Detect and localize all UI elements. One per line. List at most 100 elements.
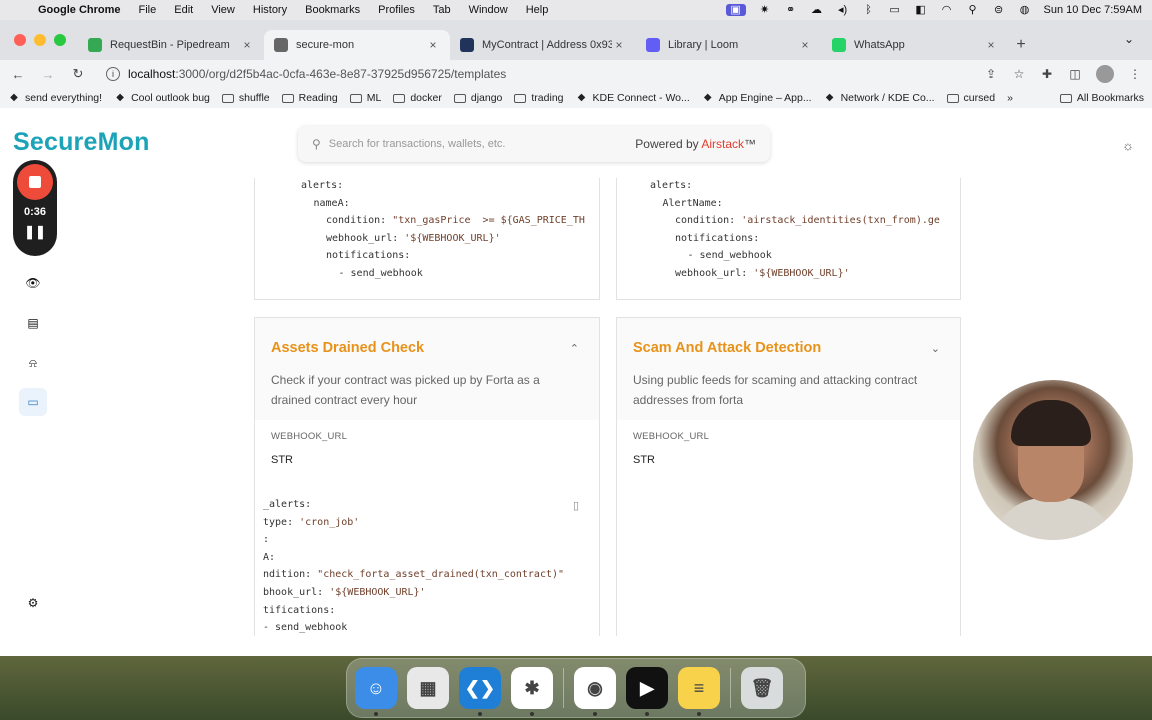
menu-bookmarks[interactable]: Bookmarks [305, 4, 360, 16]
close-tab-icon[interactable]: × [984, 38, 998, 52]
code-text: notifications: [326, 250, 411, 262]
cloud-icon[interactable]: ☁ [810, 4, 824, 16]
close-window-icon[interactable] [14, 34, 26, 46]
bookmark-label: trading [531, 92, 564, 104]
bookmark-item[interactable]: Reading [281, 92, 338, 104]
finder-icon[interactable]: ☺ [355, 667, 397, 716]
minimize-window-icon[interactable] [34, 34, 46, 46]
browser-tab[interactable]: RequestBin - Pipedream × [78, 30, 264, 60]
eye-icon[interactable]: 👁 [24, 274, 42, 292]
bookmark-item[interactable]: ML [349, 92, 381, 104]
theme-toggle-icon[interactable]: ☼ [1122, 138, 1134, 153]
browser-tab[interactable]: WhatsApp × [822, 30, 1008, 60]
logout-icon[interactable]: ⇥ [24, 634, 42, 636]
menu-tab[interactable]: Tab [433, 4, 451, 16]
powered-by-label: Powered by Airstack™ [635, 137, 756, 151]
network-icon[interactable]: ⚭ [784, 4, 798, 16]
bookmark-item[interactable]: ◆ send everything! [8, 92, 102, 104]
more-menu-icon[interactable]: ⋮ [1128, 67, 1142, 81]
code-line: notifications: [650, 230, 940, 248]
address-bar[interactable]: i localhost:3000/org/d2f5b4ac-0cfa-463e-… [100, 63, 970, 85]
chrome-icon[interactable]: ◉ [574, 667, 616, 716]
running-indicator [697, 712, 701, 716]
bookmark-item[interactable]: docker [393, 92, 442, 104]
webcam-bubble[interactable] [973, 380, 1133, 540]
bookmark-star-icon[interactable]: ☆ [1012, 67, 1026, 81]
spotlight-search-icon[interactable]: ⚲ [966, 4, 980, 16]
bluetooth-icon[interactable]: ᛒ [862, 4, 876, 16]
settings-gear-icon[interactable]: ✷ [758, 4, 772, 16]
terminal-icon[interactable]: ▶ [626, 667, 668, 716]
code-block: alerts: AlertName: condition: 'airstack_id… [650, 177, 940, 283]
bookmark-item[interactable]: ◆ KDE Connect - Wo... [576, 92, 690, 104]
menu-edit[interactable]: Edit [174, 4, 193, 16]
reload-icon[interactable]: ↻ [70, 66, 86, 82]
battery-icon[interactable]: ▭ [888, 4, 902, 16]
trash-icon[interactable]: 🗑 [741, 667, 783, 709]
launchpad-icon[interactable]: ▦ [407, 667, 449, 709]
chevron-down-icon[interactable]: ⌄ [931, 342, 940, 355]
bookmark-item[interactable]: ◆ Cool outlook bug [114, 92, 210, 104]
bookmark-item[interactable]: cursed [946, 92, 995, 104]
airstack-brand[interactable]: Airstack [701, 137, 744, 151]
menu-history[interactable]: History [253, 4, 287, 16]
bookmark-item[interactable]: ◆ App Engine – App... [702, 92, 812, 104]
trademark-sign: ™ [744, 137, 756, 151]
profile-avatar[interactable] [1096, 65, 1114, 83]
browser-tab[interactable]: Library | Loom × [636, 30, 822, 60]
menu-window[interactable]: Window [469, 4, 508, 16]
search-bar[interactable]: ⚲ Search for transactions, wallets, etc.… [298, 126, 770, 162]
settings-icon[interactable]: ⚙ [24, 594, 42, 612]
toggle-icon[interactable]: ⊜ [992, 4, 1006, 16]
copy-clipboard-icon[interactable]: ▯ [573, 499, 579, 512]
vscode-icon[interactable]: ❮❯ [459, 667, 501, 716]
document-icon[interactable]: ▤ [24, 314, 42, 332]
menubar-datetime[interactable]: Sun 10 Dec 7:59AM [1044, 4, 1142, 16]
app-logo[interactable]: SecureMon [13, 128, 150, 157]
search-input[interactable]: Search for transactions, wallets, etc. [329, 138, 635, 150]
all-bookmarks[interactable]: All Bookmarks [1059, 92, 1144, 104]
close-tab-icon[interactable]: × [240, 38, 254, 52]
pause-icon[interactable]: ❚❚ [24, 224, 46, 240]
volume-icon[interactable]: ◂) [836, 4, 850, 16]
menubar-app-name[interactable]: Google Chrome [38, 4, 121, 16]
back-arrow-icon[interactable]: ← [10, 67, 26, 82]
bookmark-item[interactable]: django [453, 92, 502, 104]
bookmark-item[interactable]: shuffle [221, 92, 270, 104]
new-tab-icon[interactable]: + [1008, 36, 1034, 54]
zoom-window-icon[interactable] [54, 34, 66, 46]
browser-tab[interactable]: secure-mon × [264, 30, 450, 60]
control-center-icon[interactable]: ◧ [914, 4, 928, 16]
globe-icon [274, 38, 288, 52]
menu-view[interactable]: View [211, 4, 235, 16]
tab-search-icon[interactable]: ⌄ [1124, 32, 1134, 46]
site-info-icon[interactable]: i [106, 67, 120, 81]
templates-folder-icon[interactable]: ▭ [19, 388, 47, 416]
menu-profiles[interactable]: Profiles [378, 4, 415, 16]
side-panel-icon[interactable]: ◫ [1068, 67, 1082, 81]
browser-tab[interactable]: MyContract | Address 0x9355 × [450, 30, 636, 60]
siri-icon[interactable]: ◍ [1018, 4, 1032, 16]
bookmark-label: KDE Connect - Wo... [592, 92, 690, 104]
card-header[interactable]: Scam And Attack Detection ⌄ Using public… [617, 318, 960, 420]
bookmark-item[interactable]: ◆ Network / KDE Co... [824, 92, 935, 104]
bookmark-item[interactable]: trading [514, 92, 564, 104]
forward-arrow-icon[interactable]: → [40, 67, 56, 82]
chevron-up-icon[interactable]: ⌃ [570, 342, 579, 355]
close-tab-icon[interactable]: × [798, 38, 812, 52]
share-icon[interactable]: ⇪ [984, 67, 998, 81]
wifi-icon[interactable]: ◠ [940, 4, 954, 16]
close-tab-icon[interactable]: × [612, 38, 626, 52]
slack-icon[interactable]: ✱ [511, 667, 553, 716]
alarm-icon[interactable]: ⍾ [24, 354, 42, 372]
stop-recording-button[interactable] [17, 164, 53, 200]
card-header[interactable]: Assets Drained Check ⌃ Check if your con… [255, 318, 599, 420]
notes-icon[interactable]: ≡ [678, 667, 720, 716]
close-tab-icon[interactable]: × [426, 38, 440, 52]
screen-recorder-icon[interactable]: ▣ [725, 4, 746, 16]
menu-file[interactable]: File [139, 4, 157, 16]
menu-help[interactable]: Help [526, 4, 549, 16]
extensions-icon[interactable]: ✚ [1040, 67, 1054, 81]
bookmarks-overflow-icon[interactable]: » [1007, 92, 1013, 104]
code-string: 'airstack_identities(txn_from).ge [741, 215, 940, 227]
